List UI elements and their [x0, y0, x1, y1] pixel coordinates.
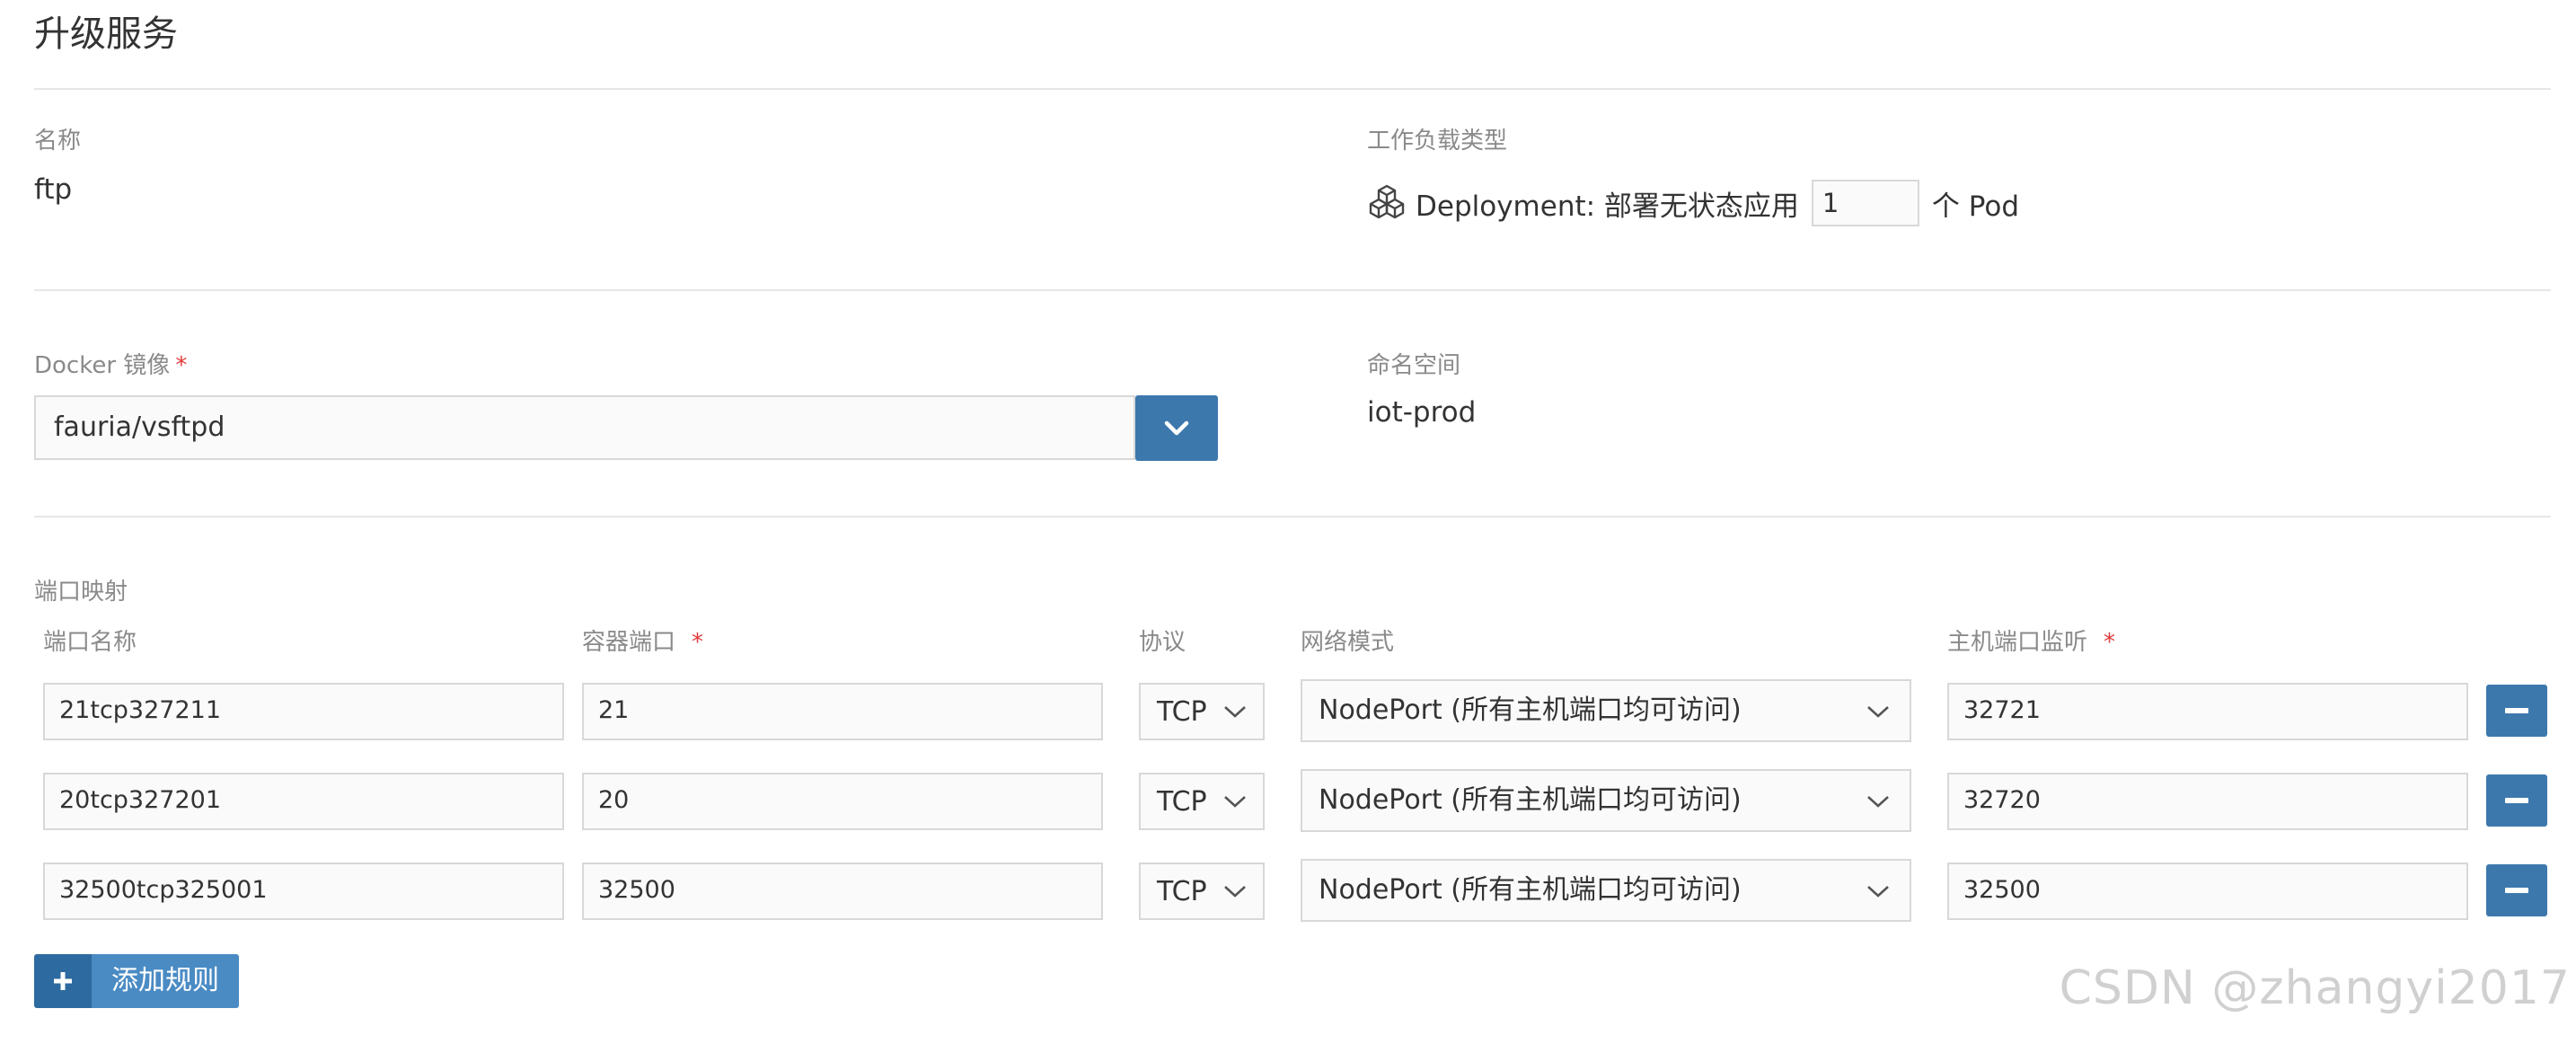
chevron-down-icon [1867, 796, 1889, 808]
remove-row-button[interactable] [2486, 864, 2547, 916]
namespace-value: iot-prod [1367, 396, 1477, 429]
add-rule-label: 添加规则 [92, 954, 239, 1008]
scale-input[interactable]: 1 [1811, 180, 1919, 226]
chevron-down-icon [1867, 886, 1889, 898]
chevron-down-icon [1164, 420, 1189, 435]
required-mark: * [175, 352, 188, 379]
required-mark: * [692, 629, 704, 656]
header-protocol: 协议 [1139, 629, 1187, 656]
port-name-input[interactable]: 21tcp327211 [43, 683, 564, 740]
header-container-port-text: 容器端口 [582, 629, 676, 656]
divider [34, 88, 2551, 90]
container-port-input[interactable]: 32500 [582, 863, 1103, 920]
protocol-value: TCP [1157, 786, 1207, 818]
network-mode-select[interactable]: NodePort (所有主机端口均可访问) [1301, 769, 1911, 832]
plus-icon [34, 954, 92, 1008]
remove-row-button[interactable] [2486, 774, 2547, 827]
container-port-input[interactable]: 21 [582, 683, 1103, 740]
image-label-text: Docker 镜像 [34, 352, 171, 379]
header-container-port: 容器端口 * [582, 627, 703, 658]
protocol-value: TCP [1157, 876, 1207, 907]
host-port-input[interactable]: 32720 [1947, 773, 2468, 830]
namespace-label: 命名空间 [1367, 352, 1461, 379]
network-mode-select[interactable]: NodePort (所有主机端口均可访问) [1301, 859, 1911, 922]
port-mapping-label: 端口映射 [34, 579, 128, 606]
divider [34, 289, 2551, 291]
image-input[interactable]: fauria/vsftpd [34, 395, 1135, 460]
required-mark: * [2104, 629, 2116, 656]
port-name-input[interactable]: 32500tcp325001 [43, 863, 564, 920]
chevron-down-icon [1224, 706, 1246, 718]
protocol-select[interactable]: TCP [1139, 683, 1265, 740]
network-mode-value: NodePort (所有主机端口均可访问) [1319, 784, 1742, 816]
minus-icon [2505, 888, 2528, 893]
protocol-select[interactable]: TCP [1139, 863, 1265, 920]
chevron-down-icon [1867, 706, 1889, 718]
minus-icon [2505, 708, 2528, 713]
workload-type-text: Deployment: 部署无状态应用 [1416, 190, 1799, 223]
host-port-input[interactable]: 32500 [1947, 863, 2468, 920]
add-rule-button[interactable]: 添加规则 [34, 954, 239, 1008]
page-title: 升级服务 [34, 13, 178, 55]
chevron-down-icon [1224, 886, 1246, 898]
protocol-value: TCP [1157, 696, 1207, 728]
image-dropdown-button[interactable] [1135, 395, 1218, 461]
workload-unit: 个 Pod [1931, 190, 2020, 223]
header-port-name: 端口名称 [43, 629, 137, 656]
host-port-input[interactable]: 32721 [1947, 683, 2468, 740]
name-value: ftp [34, 173, 73, 206]
protocol-select[interactable]: TCP [1139, 773, 1265, 830]
remove-row-button[interactable] [2486, 685, 2547, 737]
divider [34, 516, 2551, 518]
header-host-port: 主机端口监听 * [1947, 627, 2115, 658]
image-label: Docker 镜像 * [34, 350, 187, 381]
network-mode-value: NodePort (所有主机端口均可访问) [1319, 874, 1742, 906]
workload-label: 工作负载类型 [1367, 128, 1508, 155]
minus-icon [2505, 798, 2528, 803]
port-name-input[interactable]: 20tcp327201 [43, 773, 564, 830]
cubes-icon [1369, 184, 1405, 219]
workload-type: Deployment: 部署无状态应用 1 个 Pod [1367, 176, 2019, 230]
network-mode-value: NodePort (所有主机端口均可访问) [1319, 695, 1742, 726]
header-host-port-text: 主机端口监听 [1947, 629, 2088, 656]
name-label: 名称 [34, 128, 82, 155]
network-mode-select[interactable]: NodePort (所有主机端口均可访问) [1301, 679, 1911, 742]
container-port-input[interactable]: 20 [582, 773, 1103, 830]
header-network-mode: 网络模式 [1301, 629, 1395, 656]
chevron-down-icon [1224, 796, 1246, 808]
watermark: CSDN @zhangyi2017 [2059, 961, 2571, 1015]
